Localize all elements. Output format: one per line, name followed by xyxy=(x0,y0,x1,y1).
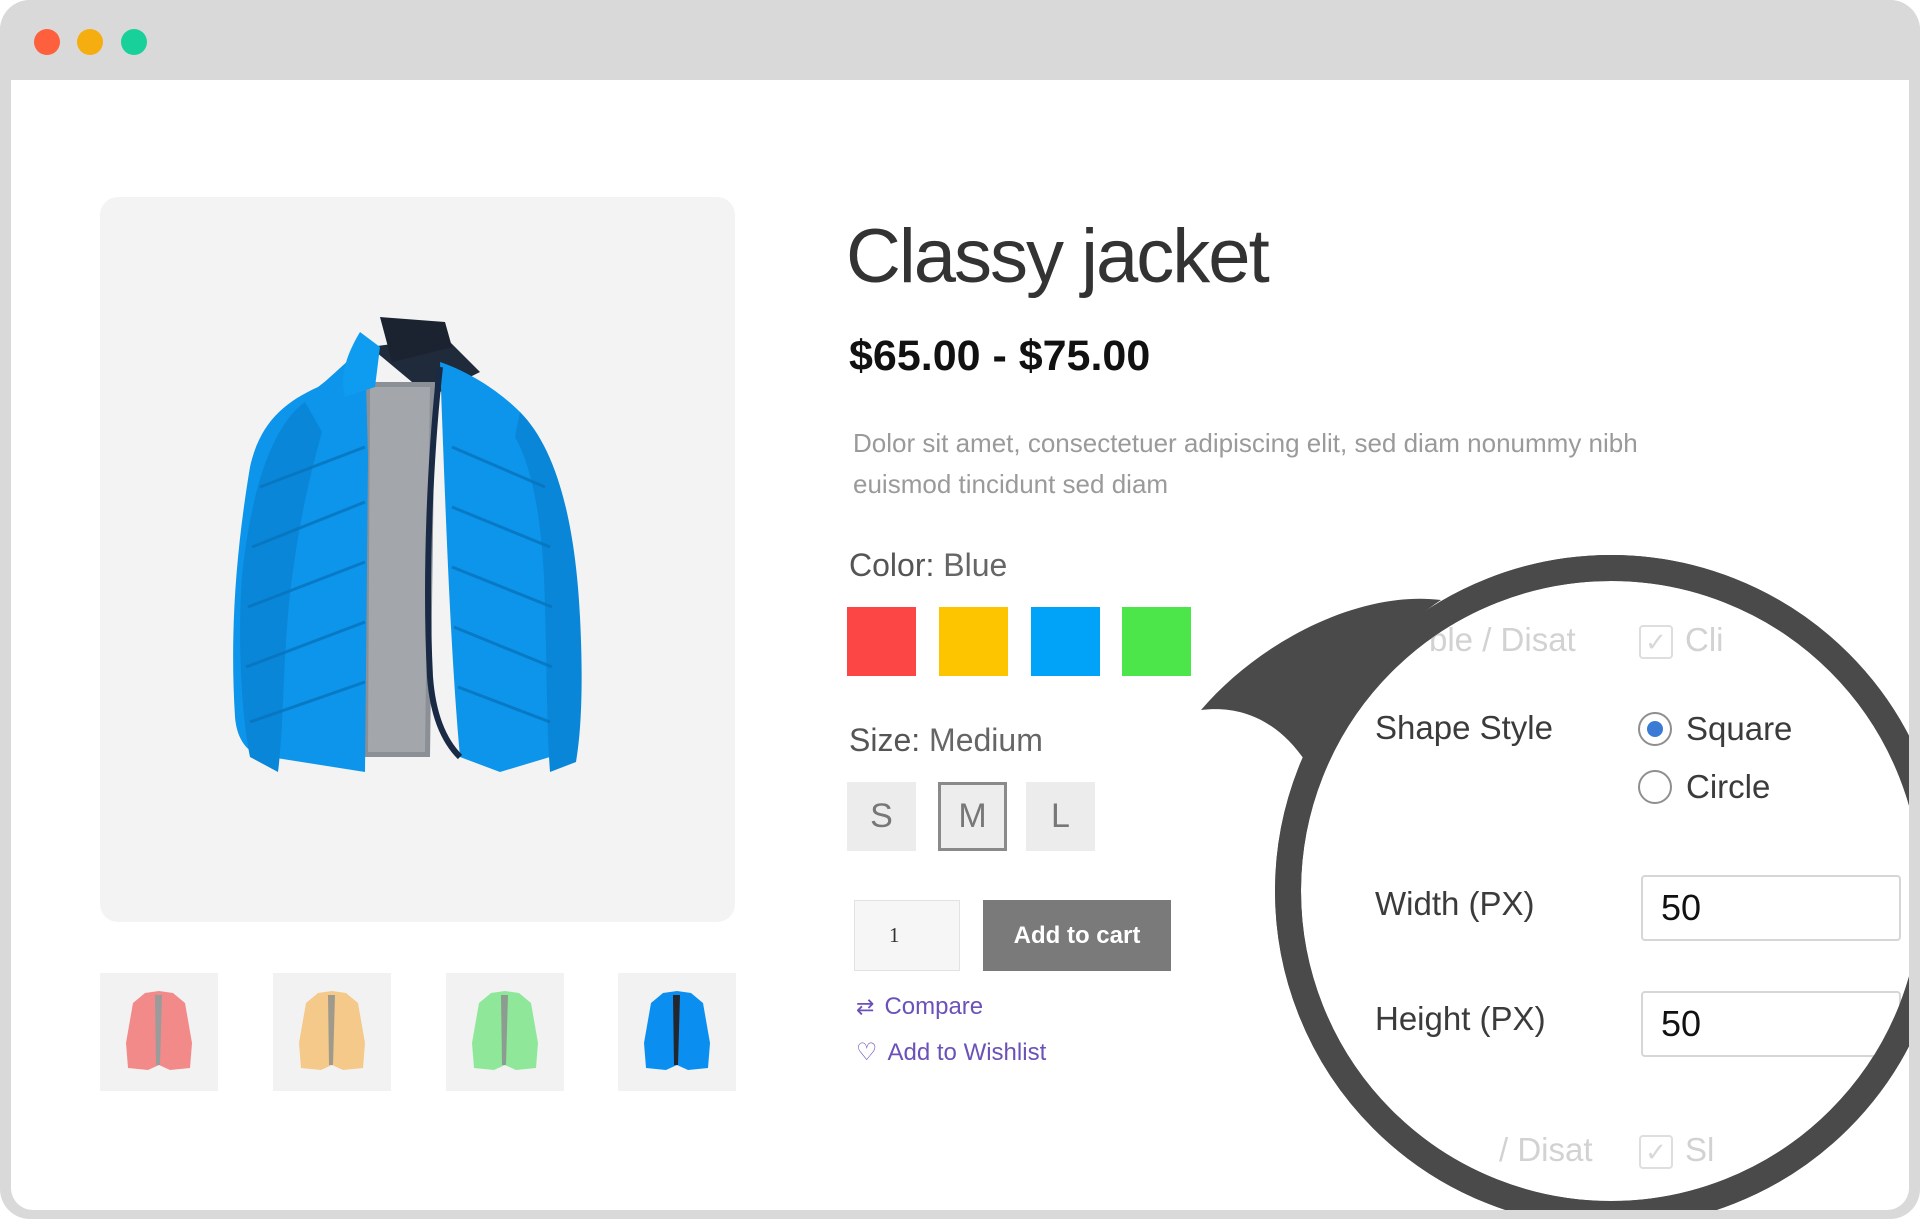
quantity-input[interactable]: 1 xyxy=(854,900,960,971)
add-to-cart-button[interactable]: Add to cart xyxy=(983,900,1171,971)
size-option-l[interactable]: L xyxy=(1026,782,1095,851)
width-input[interactable]: 50 xyxy=(1641,875,1901,941)
lens-content: ble / Disat ✓ Cli Shape Style Square Cir… xyxy=(1299,579,1909,1203)
blue-jacket-image xyxy=(233,317,582,772)
radio-circle[interactable] xyxy=(1638,770,1672,804)
color-value: Blue xyxy=(943,547,1008,583)
blue-jacket-thumbnail xyxy=(644,991,710,1070)
height-input[interactable]: 50 xyxy=(1641,991,1901,1057)
browser-window: Classy jacket $65.00 - $75.00 Dolor sit … xyxy=(0,0,1920,1219)
maximize-dot[interactable] xyxy=(121,29,147,55)
product-description: Dolor sit amet, consectetuer adipiscing … xyxy=(853,428,1638,499)
height-label: Height (PX) xyxy=(1375,1000,1546,1037)
green-jacket-thumbnail xyxy=(472,991,538,1070)
compare-link[interactable]: ⇄ Compare xyxy=(856,993,983,1021)
minimize-dot[interactable] xyxy=(77,29,103,55)
pink-jacket-thumbnail xyxy=(126,991,192,1070)
beige-jacket-thumbnail xyxy=(299,991,365,1070)
faded-enable-label-top: ble / Disat xyxy=(1429,621,1576,658)
faded-checkbox-label-bottom: Sl xyxy=(1685,1131,1715,1168)
color-label: Color: xyxy=(849,547,935,583)
swatch-green[interactable] xyxy=(1122,607,1191,676)
swatch-red[interactable] xyxy=(847,607,916,676)
radio-square[interactable] xyxy=(1638,712,1672,746)
swatch-blue[interactable] xyxy=(1031,607,1100,676)
swatch-yellow[interactable] xyxy=(939,607,1008,676)
compare-label: Compare xyxy=(884,993,984,1020)
size-option-m[interactable]: M xyxy=(938,782,1007,851)
thumbnail-pink-jacket[interactable] xyxy=(100,973,218,1091)
wishlist-label: Add to Wishlist xyxy=(887,1038,1047,1066)
compare-arrows-icon: ⇄ xyxy=(856,994,875,1019)
faded-checkbox-top: ✓ xyxy=(1639,625,1673,659)
thumbnail-beige-jacket[interactable] xyxy=(273,973,391,1091)
size-option-s[interactable]: S xyxy=(847,782,916,851)
thumbnail-blue-jacket[interactable] xyxy=(618,973,736,1091)
product-main-image[interactable] xyxy=(100,197,735,922)
close-dot[interactable] xyxy=(34,29,60,55)
faded-checkbox-label-top: Cli xyxy=(1685,621,1724,658)
page-content: Classy jacket $65.00 - $75.00 Dolor sit … xyxy=(11,80,1909,1210)
thumbnail-green-jacket[interactable] xyxy=(446,973,564,1091)
shape-style-label: Shape Style xyxy=(1375,709,1553,746)
product-price: $65.00 - $75.00 xyxy=(849,332,1151,380)
faded-checkbox-bottom: ✓ xyxy=(1639,1135,1673,1169)
width-label: Width (PX) xyxy=(1375,885,1535,922)
heart-icon: ♡ xyxy=(856,1039,878,1066)
size-attribute-label: Size: Medium xyxy=(849,722,1043,759)
product-title: Classy jacket xyxy=(846,214,1270,299)
wishlist-link[interactable]: ♡ Add to Wishlist xyxy=(856,1038,1046,1067)
title-bar xyxy=(0,0,1920,80)
radio-square-label: Square xyxy=(1686,710,1793,747)
size-label: Size: xyxy=(849,722,921,758)
size-value: Medium xyxy=(929,722,1043,758)
color-attribute-label: Color: Blue xyxy=(849,547,1007,584)
radio-circle-label: Circle xyxy=(1686,768,1771,805)
faded-enable-label-bottom: / Disat xyxy=(1499,1131,1593,1168)
